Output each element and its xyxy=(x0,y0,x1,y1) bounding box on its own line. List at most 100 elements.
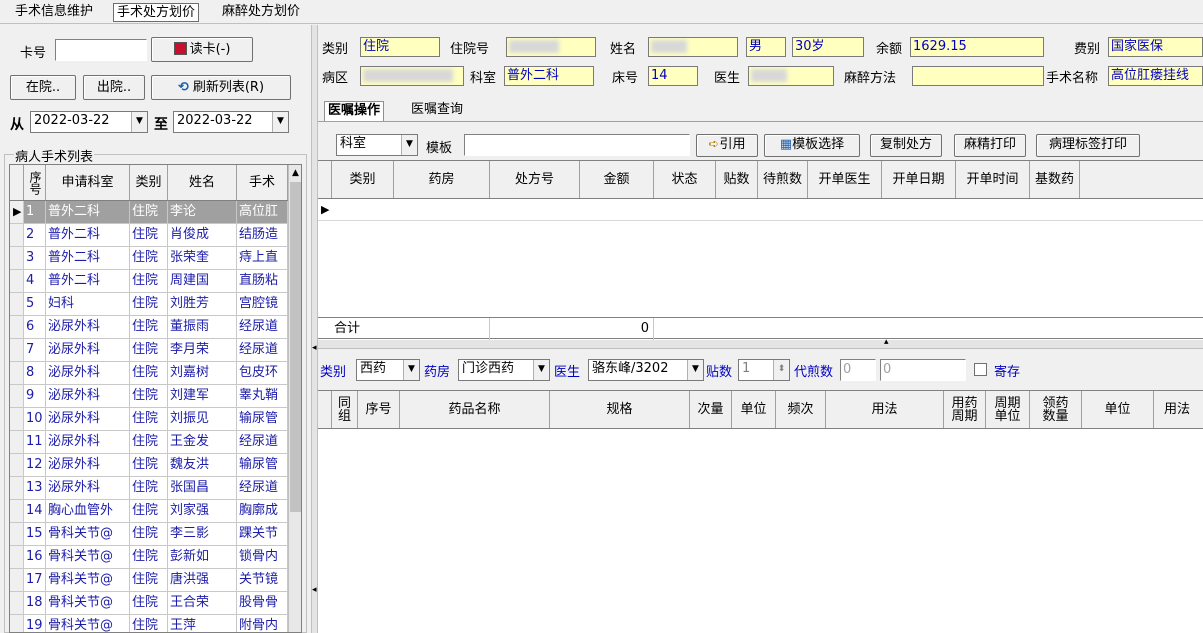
to-date-picker[interactable]: 2022-03-22 ▼ xyxy=(173,111,289,133)
from-date-picker[interactable]: 2022-03-22 ▼ xyxy=(30,111,148,133)
col-drug-spec[interactable]: 规格 xyxy=(550,391,690,428)
col-drug-usage-2[interactable]: 用法 xyxy=(1154,391,1203,428)
table-row[interactable]: 15 骨科关节@ 住院 李三影 踝关节 xyxy=(10,523,288,546)
table-row[interactable]: 17 骨科关节@ 住院 唐洪强 关节镜 xyxy=(10,569,288,592)
cell-dept: 妇科 xyxy=(46,293,130,315)
template-input[interactable] xyxy=(464,134,690,156)
template-select-button[interactable]: ▦模板选择 xyxy=(764,134,860,157)
patient-grid-scrollbar[interactable]: ▲ xyxy=(288,165,301,632)
card-input[interactable] xyxy=(55,39,147,61)
read-card-button[interactable]: 读卡(-) xyxy=(151,37,253,62)
prescription-row[interactable]: ▶ xyxy=(318,199,1203,221)
col-rx-doctor[interactable]: 开单医生 xyxy=(808,161,882,198)
horizontal-splitter[interactable]: ▴ xyxy=(318,337,1203,349)
row-indicator xyxy=(10,523,24,545)
chevron-left-icon[interactable]: ◂ xyxy=(312,585,317,595)
col-rx-decoct[interactable]: 待煎数 xyxy=(758,161,808,198)
spin-icon[interactable]: ⬍ xyxy=(773,360,789,380)
col-rx-doses[interactable]: 贴数 xyxy=(716,161,758,198)
table-row[interactable]: ▶ 1 普外二科 住院 李论 高位肛 xyxy=(10,201,288,224)
col-seq[interactable]: 序号 xyxy=(24,165,46,200)
table-row[interactable]: 19 骨科关节@ 住院 王萍 附骨内 xyxy=(10,615,288,632)
decoct-input-2[interactable]: 0 xyxy=(880,359,966,381)
col-rx-number[interactable]: 处方号 xyxy=(490,161,580,198)
table-row[interactable]: 6 泌尿外科 住院 董振雨 经尿道 xyxy=(10,316,288,339)
tab-surgery-prescription[interactable]: 手术处方划价 xyxy=(113,3,200,22)
chevron-left-icon[interactable]: ◂ xyxy=(312,343,317,353)
table-row[interactable]: 8 泌尿外科 住院 刘嘉树 包皮环 xyxy=(10,362,288,385)
in-hospital-button[interactable]: 在院.. xyxy=(10,75,76,100)
col-type[interactable]: 类别 xyxy=(130,165,168,200)
table-row[interactable]: 16 骨科关节@ 住院 彭新如 锁骨内 xyxy=(10,546,288,569)
col-surgery[interactable]: 手术 xyxy=(237,165,288,200)
tab-order-operation[interactable]: 医嘱操作 xyxy=(324,101,385,121)
table-row[interactable]: 18 骨科关节@ 住院 王合荣 股骨骨 xyxy=(10,592,288,615)
table-row[interactable]: 5 妇科 住院 刘胜芳 宫腔镜 xyxy=(10,293,288,316)
col-drug-dose[interactable]: 次量 xyxy=(690,391,732,428)
table-row[interactable]: 13 泌尿外科 住院 张国昌 经尿道 xyxy=(10,477,288,500)
cell-type: 住院 xyxy=(130,477,168,499)
col-drug-frequency[interactable]: 频次 xyxy=(776,391,826,428)
col-rx-amount[interactable]: 金额 xyxy=(580,161,654,198)
decoct-input[interactable]: 0 xyxy=(840,359,876,381)
col-drug-period[interactable]: 用药周期 xyxy=(944,391,986,428)
cell-no: 13 xyxy=(24,477,46,499)
cell-dept: 泌尿外科 xyxy=(46,339,130,361)
table-row[interactable]: 10 泌尿外科 住院 刘振见 输尿管 xyxy=(10,408,288,431)
scroll-thumb[interactable] xyxy=(290,182,301,512)
col-name[interactable]: 姓名 xyxy=(168,165,237,200)
pathology-label-print-button[interactable]: 病理标签打印 xyxy=(1036,134,1140,157)
col-drug-unit[interactable]: 单位 xyxy=(732,391,776,428)
refresh-list-button[interactable]: ⟲ 刷新列表(R) xyxy=(151,75,291,100)
cell-dept: 骨科关节@ xyxy=(46,546,130,568)
table-row[interactable]: 2 普外二科 住院 肖俊成 结肠造 xyxy=(10,224,288,247)
col-rx-category[interactable]: 类别 xyxy=(332,161,394,198)
cell-type: 住院 xyxy=(130,500,168,522)
col-dept[interactable]: 申请科室 xyxy=(46,165,130,200)
copy-prescription-button[interactable]: 复制处方 xyxy=(870,134,942,157)
deposit-checkbox[interactable] xyxy=(974,363,987,376)
doctor-field xyxy=(748,66,834,86)
col-rx-status[interactable]: 状态 xyxy=(654,161,716,198)
discharge-button[interactable]: 出院.. xyxy=(83,75,145,100)
cell-no: 18 xyxy=(24,592,46,614)
chevron-up-icon[interactable]: ▴ xyxy=(884,337,889,347)
pharmacy-select[interactable]: 门诊西药 ▼ xyxy=(458,359,550,381)
vertical-splitter[interactable]: ◂ ◂ xyxy=(311,25,318,633)
scroll-up-icon[interactable]: ▲ xyxy=(289,165,301,181)
col-drug-usage[interactable]: 用法 xyxy=(826,391,944,428)
table-row[interactable]: 11 泌尿外科 住院 王金发 经尿道 xyxy=(10,431,288,454)
tab-surgery-info[interactable]: 手术信息维护 xyxy=(12,3,96,22)
col-rx-date[interactable]: 开单日期 xyxy=(882,161,956,198)
narcotic-print-button[interactable]: 麻精打印 xyxy=(954,134,1026,157)
col-drug-group[interactable]: 同组 xyxy=(332,391,358,428)
table-row[interactable]: 12 泌尿外科 住院 魏友洪 输尿管 xyxy=(10,454,288,477)
table-row[interactable]: 7 泌尿外科 住院 李月荣 经尿道 xyxy=(10,339,288,362)
col-drug-unit-2[interactable]: 单位 xyxy=(1082,391,1154,428)
col-drug-seq[interactable]: 序号 xyxy=(358,391,400,428)
col-rx-time[interactable]: 开单时间 xyxy=(956,161,1030,198)
table-row[interactable]: 3 普外二科 住院 张荣奎 痔上直 xyxy=(10,247,288,270)
quote-button[interactable]: ➪引用 xyxy=(696,134,758,157)
table-row[interactable]: 14 胸心血管外 住院 刘家强 胸廓成 xyxy=(10,500,288,523)
tab-anesthesia-prescription[interactable]: 麻醉处方划价 xyxy=(219,3,303,22)
pharmacy-label: 药房 xyxy=(424,365,451,380)
col-drug-quantity[interactable]: 领药数量 xyxy=(1030,391,1082,428)
tab-order-query[interactable]: 医嘱查询 xyxy=(408,101,466,121)
dept-select[interactable]: 科室 ▼ xyxy=(336,134,418,156)
table-row[interactable]: 4 普外二科 住院 周建国 直肠粘 xyxy=(10,270,288,293)
col-drug-name[interactable]: 药品名称 xyxy=(400,391,550,428)
cell-name: 王合荣 xyxy=(168,592,237,614)
drug-category-select[interactable]: 西药 ▼ xyxy=(356,359,420,381)
chevron-down-icon: ▼ xyxy=(533,360,549,380)
col-rx-base-drug[interactable]: 基数药 xyxy=(1030,161,1080,198)
table-row[interactable]: 9 泌尿外科 住院 刘建军 睾丸鞘 xyxy=(10,385,288,408)
col-drug-period-unit[interactable]: 周期单位 xyxy=(986,391,1030,428)
col-rx-pharmacy[interactable]: 药房 xyxy=(394,161,490,198)
prescriber-select[interactable]: 骆东峰/3202 ▼ xyxy=(588,359,704,381)
doses-stepper[interactable]: 1 ⬍ xyxy=(738,359,790,381)
cell-name: 刘嘉树 xyxy=(168,362,237,384)
cell-dept: 泌尿外科 xyxy=(46,408,130,430)
cell-type: 住院 xyxy=(130,431,168,453)
cell-type: 住院 xyxy=(130,523,168,545)
